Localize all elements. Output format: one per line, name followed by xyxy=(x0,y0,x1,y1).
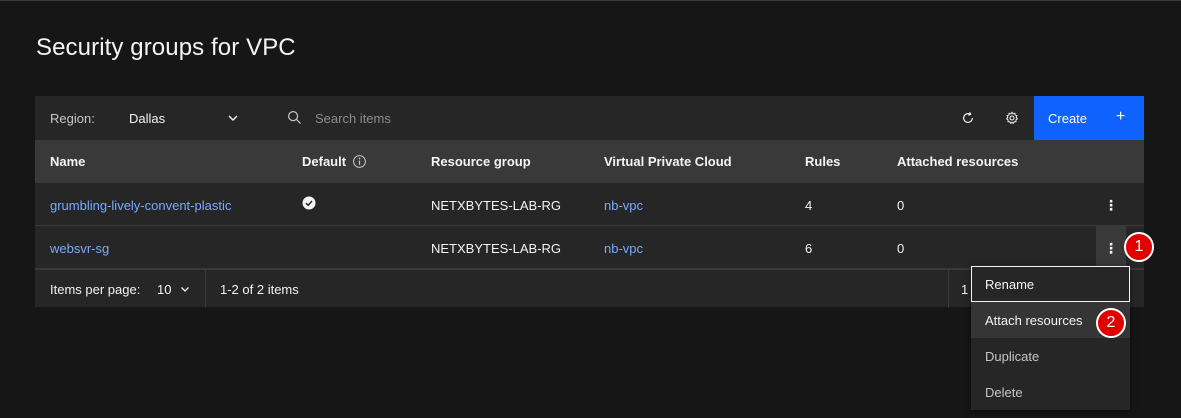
overflow-menu-icon: ⋮ xyxy=(1104,196,1118,213)
attached-resources-cell: 0 xyxy=(897,241,905,256)
divider xyxy=(205,270,206,308)
create-button[interactable]: Create + xyxy=(1034,96,1144,140)
menu-item-duplicate[interactable]: Duplicate xyxy=(971,338,1130,374)
security-group-name-link[interactable]: websvr-sg xyxy=(50,241,109,256)
rules-cell: 4 xyxy=(805,198,813,213)
refresh-icon xyxy=(963,112,973,123)
settings-button[interactable] xyxy=(990,96,1034,140)
items-per-page-label: Items per page: xyxy=(50,282,141,297)
security-group-name-link[interactable]: grumbling-lively-convent-plastic xyxy=(50,198,231,213)
page-title: Security groups for VPC xyxy=(36,34,296,61)
step-badge-1: 1 xyxy=(1124,232,1154,262)
column-header-default[interactable]: Default xyxy=(302,154,346,169)
chevron-down-icon[interactable] xyxy=(180,284,190,294)
search-input[interactable] xyxy=(315,96,715,140)
items-per-page-select[interactable]: 10 xyxy=(157,282,171,297)
page-number-select[interactable]: 1 xyxy=(961,282,968,297)
row-overflow-menu-button[interactable]: ⋮ xyxy=(1096,226,1126,269)
table-row: websvr-sg NETXBYTES-LAB-RG nb-vpc 6 0 ⋮ xyxy=(35,226,1144,269)
attached-resources-cell: 0 xyxy=(897,198,905,213)
column-header-resource-group[interactable]: Resource group xyxy=(431,154,531,169)
create-label: Create xyxy=(1048,111,1088,126)
top-border xyxy=(0,0,1181,1)
menu-item-delete[interactable]: Delete xyxy=(971,374,1130,410)
chevron-down-icon xyxy=(228,115,238,121)
column-header-name[interactable]: Name xyxy=(50,154,85,169)
vpc-link[interactable]: nb-vpc xyxy=(604,198,643,213)
table-toolbar: Region: Dallas Search items Create + xyxy=(35,96,1144,140)
overflow-menu: Rename Attach resources Duplicate Delete xyxy=(971,266,1130,410)
menu-item-rename[interactable]: Rename xyxy=(971,266,1130,302)
search-icon xyxy=(287,110,302,125)
column-header-attached-resources[interactable]: Attached resources xyxy=(897,154,1018,169)
refresh-button[interactable] xyxy=(946,96,990,140)
search-box xyxy=(285,96,935,140)
default-checkmark-icon xyxy=(302,196,316,210)
divider xyxy=(948,270,949,308)
column-header-vpc[interactable]: Virtual Private Cloud xyxy=(604,154,732,169)
overflow-menu-icon: ⋮ xyxy=(1104,239,1118,256)
region-value: Dallas xyxy=(129,110,166,126)
step-badge-2: 2 xyxy=(1096,308,1126,338)
resource-group-cell: NETXBYTES-LAB-RG xyxy=(431,241,562,256)
row-overflow-menu-button[interactable]: ⋮ xyxy=(1096,183,1126,226)
region-label: Region: xyxy=(50,111,95,126)
table-row: grumbling-lively-convent-plastic NETXBYT… xyxy=(35,183,1144,226)
gear-icon xyxy=(1005,111,1019,125)
resource-group-cell: NETXBYTES-LAB-RG xyxy=(431,198,562,213)
column-header-rules[interactable]: Rules xyxy=(805,154,840,169)
region-dropdown[interactable]: Dallas xyxy=(129,96,249,140)
info-icon[interactable] xyxy=(352,154,367,169)
items-range-text: 1-2 of 2 items xyxy=(220,282,299,297)
rules-cell: 6 xyxy=(805,241,813,256)
plus-icon: + xyxy=(1116,108,1126,125)
table-header: Name Default Resource group Virtual Priv… xyxy=(35,140,1144,183)
vpc-link[interactable]: nb-vpc xyxy=(604,241,643,256)
